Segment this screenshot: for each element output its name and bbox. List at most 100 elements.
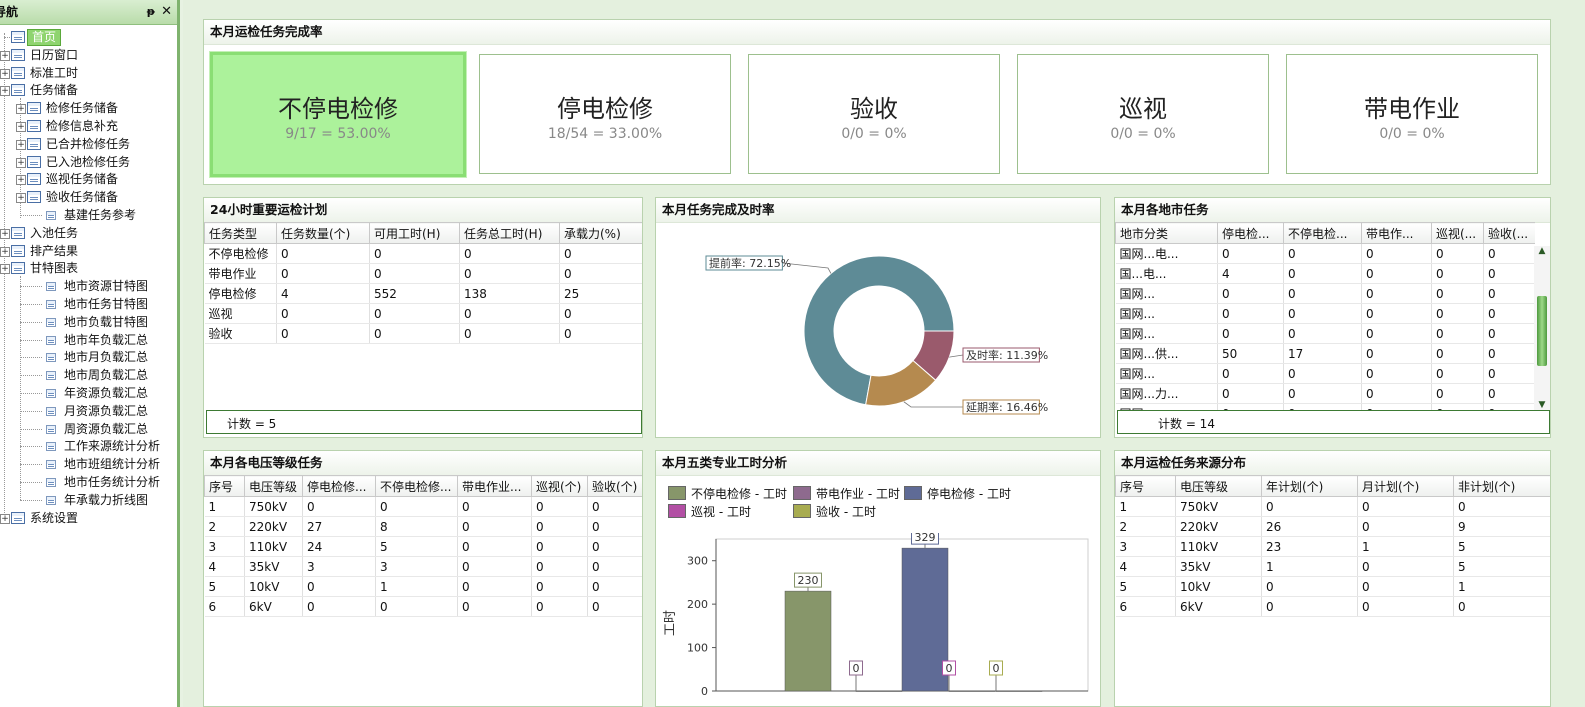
city-scrollbar[interactable]: ▲ ▼ — [1534, 246, 1550, 410]
scroll-down-icon[interactable]: ▼ — [1534, 400, 1550, 410]
column-header[interactable]: 不停电检修... — [375, 475, 458, 497]
column-header[interactable]: 月计划(个) — [1357, 475, 1454, 497]
bar[interactable] — [948, 690, 996, 692]
nav-item-yearly-resource-load[interactable]: 年资源负载汇总 — [0, 385, 177, 402]
table-row[interactable]: 4 35kV 1 0 5 — [1115, 556, 1550, 577]
close-icon[interactable]: ✕ — [161, 0, 172, 24]
nav-item-repair-info[interactable]: + 检修信息补充 — [0, 118, 177, 135]
nav-item-pooled-repair[interactable]: + 已入池检修任务 — [0, 154, 177, 171]
table-row[interactable]: 国网...00000 — [1115, 323, 1535, 344]
table-row[interactable]: 2 220kV 26 0 9 — [1115, 516, 1550, 537]
column-header[interactable]: 带电作... — [1361, 222, 1432, 244]
nav-item-standard-hours[interactable]: + 标准工时 — [0, 65, 177, 82]
column-header[interactable]: 任务类型 — [204, 222, 277, 244]
expand-icon[interactable]: + — [0, 264, 10, 275]
nav-item-repair-reserve[interactable]: + 检修任务储备 — [0, 100, 177, 117]
nav-item-gantt-charts[interactable]: + 甘特图表 — [0, 260, 177, 277]
pin-icon[interactable]: ᵽ — [147, 0, 155, 24]
column-header[interactable]: 电压等级 — [1175, 475, 1262, 497]
table-row[interactable]: 1 750kV 0 0 0 0 0 — [204, 496, 642, 517]
nav-item-city-load-gantt[interactable]: 地市负载甘特图 — [0, 314, 177, 331]
expand-icon[interactable]: + — [0, 228, 10, 239]
card-live-free-repair[interactable]: 不停电检修 9/17 = 53.00% — [210, 52, 466, 177]
column-header[interactable]: 停电检... — [1217, 222, 1284, 244]
bar[interactable] — [995, 690, 1043, 692]
table-row[interactable]: 停电检修 4 552 138 25 — [204, 283, 642, 304]
nav-item-calendar-window[interactable]: + 日历窗口 — [0, 47, 177, 64]
table-row[interactable]: 4 35kV 3 3 0 0 0 — [204, 556, 642, 577]
scroll-up-icon[interactable]: ▲ — [1534, 246, 1550, 256]
table-row[interactable]: 6 6kV 0 0 0 0 0 — [204, 596, 642, 617]
table-row[interactable]: 不停电检修 0 0 0 0 — [204, 243, 642, 264]
expand-icon[interactable]: + — [16, 175, 26, 186]
column-header[interactable]: 电压等级 — [244, 475, 303, 497]
nav-item-task-reserve[interactable]: + 任务储备 — [0, 82, 177, 99]
card-patrol[interactable]: 巡视 0/0 = 0% — [1017, 54, 1269, 174]
expand-icon[interactable]: + — [0, 513, 10, 524]
card-live-work[interactable]: 带电作业 0/0 = 0% — [1286, 54, 1538, 174]
nav-item-pooled-tasks[interactable]: + 入池任务 — [0, 225, 177, 242]
column-header[interactable]: 年计划(个) — [1261, 475, 1358, 497]
column-header[interactable]: 任务总工时(H) — [459, 222, 560, 244]
column-header[interactable]: 不停电检... — [1283, 222, 1362, 244]
table-row[interactable]: 5 10kV 0 0 1 — [1115, 576, 1550, 597]
table-row[interactable]: 6 6kV 0 0 0 — [1115, 596, 1550, 617]
column-header[interactable]: 序号 — [204, 475, 245, 497]
table-row[interactable]: 2 220kV 27 8 0 0 0 — [204, 516, 642, 537]
bar[interactable] — [855, 690, 903, 692]
expand-icon[interactable]: + — [16, 193, 26, 204]
legend-item[interactable]: 验收 - 工时 — [793, 503, 876, 520]
column-header[interactable]: 任务数量(个) — [276, 222, 370, 244]
column-header[interactable]: 验收(个) — [587, 475, 642, 497]
nav-item-source-analysis[interactable]: 工作来源统计分析 — [0, 438, 177, 455]
table-row[interactable]: 带电作业 0 0 0 0 — [204, 263, 642, 284]
bar[interactable] — [784, 590, 832, 692]
column-header[interactable]: 停电检修... — [302, 475, 376, 497]
table-row[interactable]: 巡视 0 0 0 0 — [204, 303, 642, 324]
table-row[interactable]: 5 10kV 0 1 0 0 0 — [204, 576, 642, 597]
expand-icon[interactable]: + — [16, 122, 26, 132]
table-row[interactable]: 国网...00000 — [1115, 363, 1535, 384]
expand-icon[interactable]: + — [0, 68, 10, 79]
expand-icon[interactable]: + — [16, 139, 26, 150]
nav-item-team-analysis[interactable]: 地市班组统计分析 — [0, 456, 177, 473]
table-row[interactable]: 国网...00000 — [1115, 283, 1535, 304]
table-row[interactable]: 验收 0 0 0 0 — [204, 323, 642, 344]
nav-item-monthly-resource-load[interactable]: 月资源负载汇总 — [0, 403, 177, 420]
expand-icon[interactable]: + — [0, 246, 10, 257]
column-header[interactable]: 地市分类 — [1115, 222, 1218, 244]
legend-item[interactable]: 停电检修 - 工时 — [904, 485, 1011, 502]
nav-item-city-weekly-load[interactable]: 地市周负载汇总 — [0, 367, 177, 384]
nav-item-weekly-resource-load[interactable]: 周资源负载汇总 — [0, 421, 177, 438]
table-row[interactable]: 国网...00000 — [1115, 303, 1535, 324]
column-header[interactable]: 序号 — [1115, 475, 1176, 497]
column-header[interactable]: 带电作业... — [457, 475, 532, 497]
expand-icon[interactable]: + — [0, 86, 10, 97]
nav-item-merged-repair[interactable]: + 已合并检修任务 — [0, 136, 177, 153]
nav-item-construction-ref[interactable]: 基建任务参考 — [0, 207, 177, 224]
table-row[interactable]: 3 110kV 24 5 0 0 0 — [204, 536, 642, 557]
table-row[interactable]: 国网...力... 0 0 0 0 0 — [1115, 383, 1535, 404]
column-header[interactable]: 验收(... — [1483, 222, 1535, 244]
legend-item[interactable]: 带电作业 - 工时 — [793, 485, 900, 502]
legend-item[interactable]: 不停电检修 - 工时 — [668, 485, 787, 502]
expand-icon[interactable]: + — [0, 50, 10, 61]
table-row[interactable]: 国...电... 4 0 0 0 0 — [1115, 263, 1535, 284]
column-header[interactable]: 承载力(%) — [559, 222, 642, 244]
scroll-thumb[interactable] — [1537, 296, 1547, 366]
nav-item-patrol-reserve[interactable]: + 巡视任务储备 — [0, 171, 177, 188]
table-row[interactable]: 3 110kV 23 1 5 — [1115, 536, 1550, 557]
card-outage-repair[interactable]: 停电检修 18/54 = 33.00% — [479, 54, 731, 174]
column-header[interactable]: 可用工时(H) — [369, 222, 460, 244]
legend-item[interactable]: 巡视 - 工时 — [668, 503, 751, 520]
nav-item-city-monthly-load[interactable]: 地市月负载汇总 — [0, 349, 177, 366]
nav-item-city-task-gantt[interactable]: 地市任务甘特图 — [0, 296, 177, 313]
nav-item-city-task-analysis[interactable]: 地市任务统计分析 — [0, 474, 177, 491]
table-row[interactable]: 1 750kV 0 0 0 — [1115, 496, 1550, 517]
bar[interactable] — [901, 547, 949, 692]
nav-item-acceptance-reserve[interactable]: + 验收任务储备 — [0, 189, 177, 206]
nav-item-schedule-result[interactable]: + 排产结果 — [0, 243, 177, 260]
card-acceptance[interactable]: 验收 0/0 = 0% — [748, 54, 1000, 174]
expand-icon[interactable]: + — [16, 104, 26, 115]
expand-icon[interactable]: + — [16, 157, 26, 168]
